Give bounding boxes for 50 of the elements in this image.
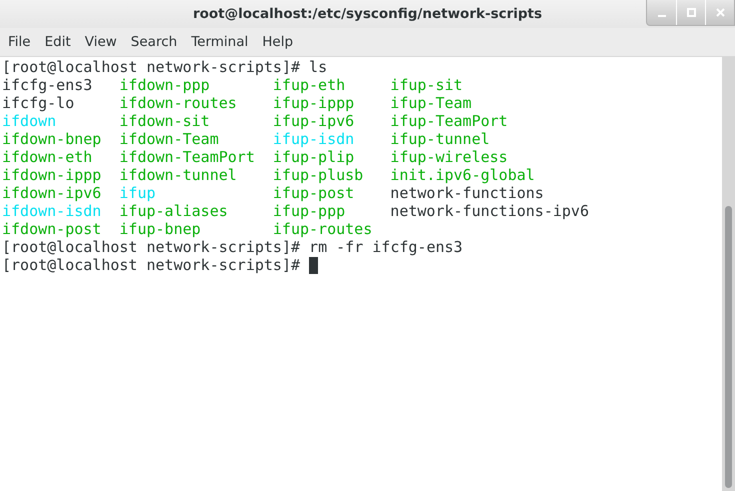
file-name: ifdown-post (2, 220, 102, 238)
file-name: ifdown-ppp (119, 76, 210, 94)
file-name: ifdown-ippp (2, 166, 102, 184)
file-name: ifup-eth (272, 76, 346, 94)
file-name: ifdown (2, 112, 56, 130)
menu-item[interactable]: View (80, 34, 121, 50)
close-icon (716, 8, 724, 17)
menu-item[interactable]: Search (126, 34, 182, 50)
minimize-icon (658, 14, 666, 16)
file-name: ifup-ppp (272, 202, 346, 220)
file-name: ifup (119, 184, 156, 202)
file-name: ifdown-sit (119, 112, 210, 130)
file-name: ifdown-eth (2, 148, 92, 166)
file-name: ifup-wireless (390, 148, 508, 166)
file-name: ifdown-bnep (2, 130, 102, 148)
file-name: network-functions-ipv6 (390, 202, 589, 220)
file-name: network-functions (390, 184, 544, 202)
file-name: ifcfg-ens3 (2, 76, 92, 94)
window-title: root@localhost:/etc/sysconfig/network-scripts (192, 6, 542, 22)
file-name: ifdown-isdn (2, 202, 102, 220)
file-name: ifdown-Team (119, 130, 219, 148)
file-name: ifdown-tunnel (119, 166, 237, 184)
file-name: ifup-Team (390, 94, 472, 112)
menu-item[interactable]: Help (258, 34, 298, 50)
file-name: ifdown-TeamPort (119, 148, 255, 166)
file-name: ifup-plip (272, 148, 354, 166)
maximize-icon (686, 8, 696, 17)
file-name: ifup-post (272, 184, 354, 202)
file-name: ifdown-routes (119, 94, 237, 112)
menu-item[interactable]: File (4, 34, 35, 50)
menu-item[interactable]: Edit (40, 34, 75, 50)
terminal-line: [root@localhost network-scripts]# (2, 256, 300, 274)
terminal-line: [root@localhost network-scripts]# ls (2, 58, 328, 76)
file-name: ifup-ippp (272, 94, 354, 112)
file-name: ifup-routes (272, 220, 372, 238)
file-name: ifup-aliases (119, 202, 228, 220)
file-name: ifup-ipv6 (272, 112, 354, 130)
file-name: ifup-isdn (272, 130, 354, 148)
scrollbar-thumb[interactable] (725, 206, 732, 488)
file-name: ifup-plusb (272, 166, 364, 184)
file-name: ifdown-ipv6 (2, 184, 102, 202)
file-name: ifup-tunnel (390, 130, 490, 148)
file-name: ifup-sit (390, 76, 463, 94)
file-name: ifup-TeamPort (390, 112, 508, 130)
file-name: init.ipv6-global (390, 166, 535, 184)
scrollbar[interactable] (722, 57, 735, 491)
terminal-line: [root@localhost network-scripts]# rm -fr ifcfg-ens3 (2, 238, 463, 256)
file-name: ifcfg-lo (2, 94, 74, 112)
file-name: ifup-bnep (119, 220, 201, 238)
menu-item[interactable]: Terminal (187, 34, 252, 50)
